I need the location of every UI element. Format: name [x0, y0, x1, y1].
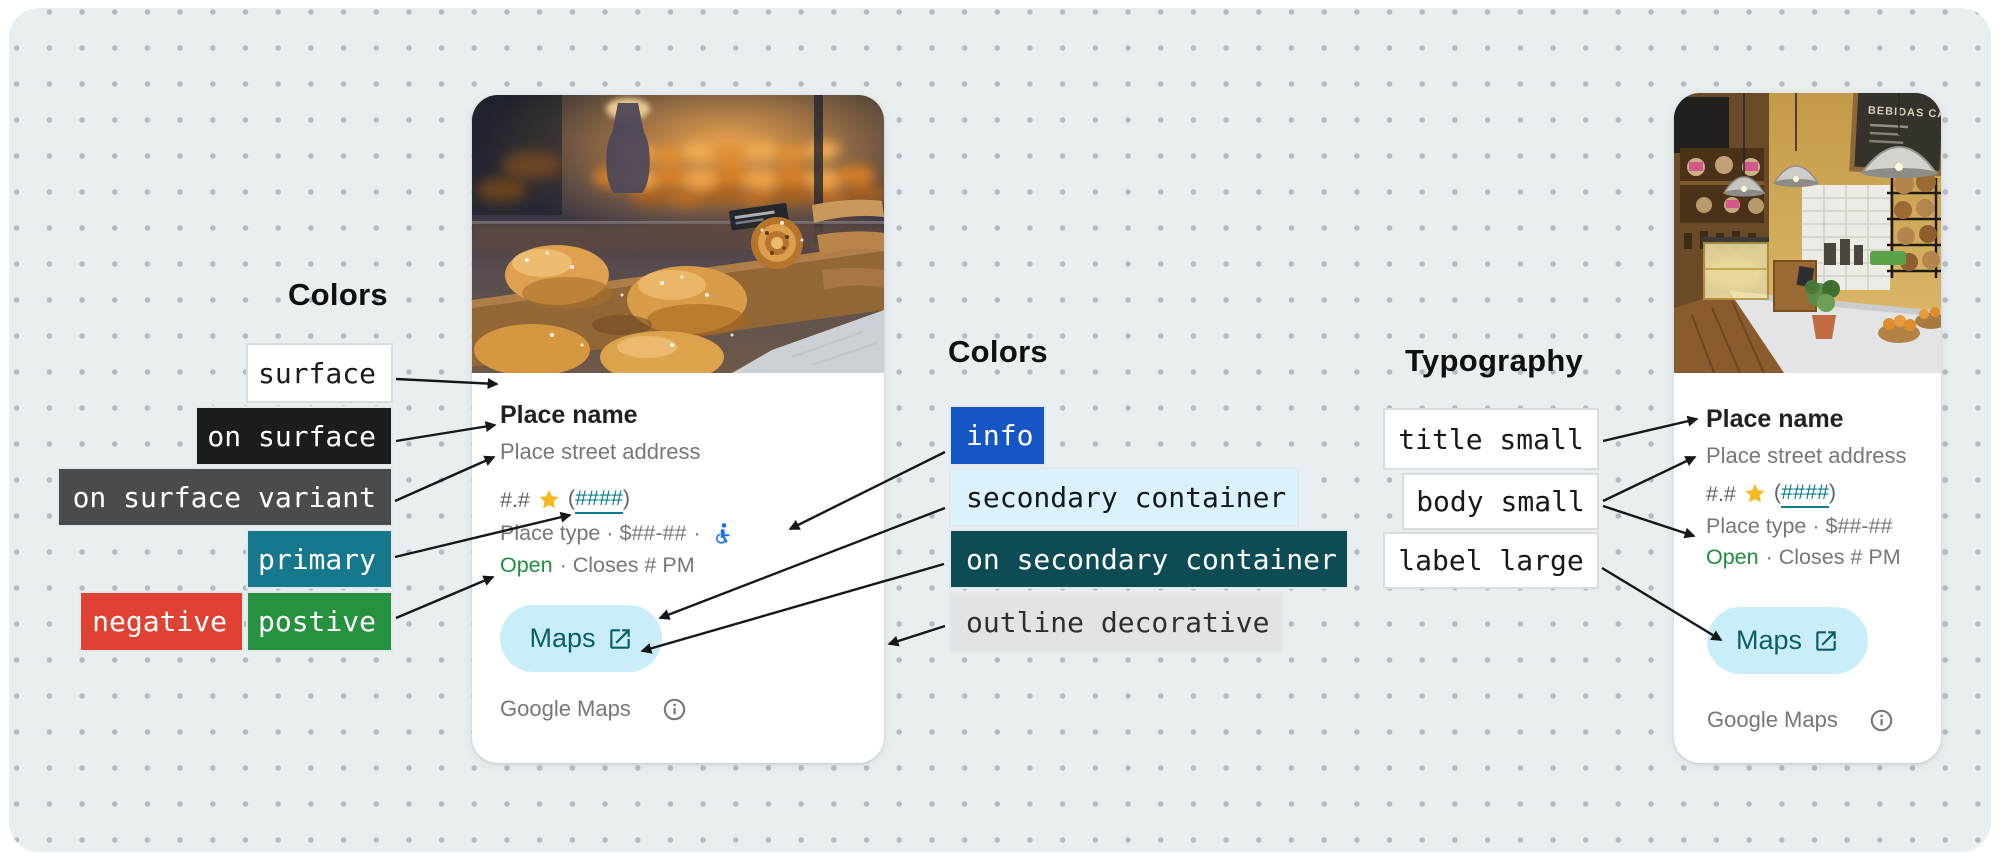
star-icon [537, 488, 561, 512]
type-price-text: Place type · $##-## [1706, 514, 1892, 539]
reviews-close-paren: ) [623, 486, 630, 511]
middle-colors-heading: Colors [948, 334, 1048, 370]
open-status: Open [1706, 545, 1759, 570]
maps-button[interactable]: Maps [500, 605, 662, 672]
type-price-text: Place type · $##-## [500, 521, 686, 546]
place-street-address: Place street address [500, 439, 701, 465]
attribution-text: Google Maps [1707, 707, 1838, 733]
reviews-group: (####) [568, 486, 630, 514]
swatch-on-secondary-container: on secondary container [949, 529, 1349, 589]
closing-hours: · Closes # PM [560, 553, 695, 578]
rating-row: #.# (####) [500, 486, 630, 514]
design-spec-page: { "headings": { "left_colors": "Colors",… [0, 0, 2000, 860]
open-in-new-icon [607, 626, 633, 652]
maps-button[interactable]: Maps [1707, 607, 1868, 674]
place-street-address: Place street address [1706, 443, 1907, 469]
place-card-cafe: BEBIDAS CA [1674, 93, 1941, 763]
attribution-row: Google Maps [1707, 707, 1894, 733]
info-icon[interactable] [1869, 708, 1894, 733]
swatch-on-surface: on surface [195, 406, 393, 466]
place-card-bakery: Place name Place street address #.# (###… [472, 95, 884, 763]
maps-button-label: Maps [1736, 625, 1802, 656]
bakery-photo [472, 95, 884, 373]
attribution-row: Google Maps [500, 696, 687, 722]
rating-value: #.# [500, 488, 530, 513]
hours-row: Open · Closes # PM [1706, 545, 1901, 570]
hours-row: Open · Closes # PM [500, 553, 695, 578]
reviews-link[interactable]: #### [1781, 480, 1829, 508]
type-separator-dot: · [693, 521, 700, 546]
rating-row: #.# (####) [1706, 480, 1836, 508]
typography-heading: Typography [1405, 343, 1583, 379]
rating-value: #.# [1706, 482, 1736, 507]
open-status: Open [500, 553, 553, 578]
maps-button-label: Maps [529, 623, 595, 654]
swatch-surface: surface [246, 343, 393, 403]
place-name: Place name [500, 401, 638, 430]
reviews-open-paren: ( [568, 486, 575, 511]
open-in-new-icon [1813, 628, 1839, 654]
swatch-primary: primary [246, 529, 393, 589]
swatch-on-surface-variant: on surface variant [57, 467, 393, 527]
type-label-title-small: title small [1383, 408, 1599, 470]
type-label-body-small: body small [1402, 473, 1599, 530]
reviews-open-paren: ( [1774, 480, 1781, 505]
type-label-label-large: label large [1383, 532, 1599, 589]
closing-hours: · Closes # PM [1766, 545, 1901, 570]
reviews-group: (####) [1774, 480, 1836, 508]
type-price-row: Place type · $##-## [1706, 514, 1892, 539]
info-icon[interactable] [662, 697, 687, 722]
wheelchair-accessible-icon [710, 522, 734, 546]
left-colors-heading: Colors [288, 277, 388, 313]
type-price-row: Place type · $##-## · [500, 521, 734, 546]
swatch-secondary-container: secondary container [949, 467, 1299, 527]
star-icon [1743, 482, 1767, 506]
place-name: Place name [1706, 405, 1844, 434]
swatch-positive: postive [246, 591, 393, 652]
reviews-link[interactable]: #### [575, 486, 623, 514]
swatch-info: info [949, 405, 1046, 466]
swatch-outline-decorative: outline decorative [949, 592, 1283, 652]
attribution-text: Google Maps [500, 696, 631, 722]
reviews-close-paren: ) [1829, 480, 1836, 505]
cafe-photo: BEBIDAS CA [1674, 93, 1941, 373]
swatch-negative: negative [79, 591, 244, 652]
